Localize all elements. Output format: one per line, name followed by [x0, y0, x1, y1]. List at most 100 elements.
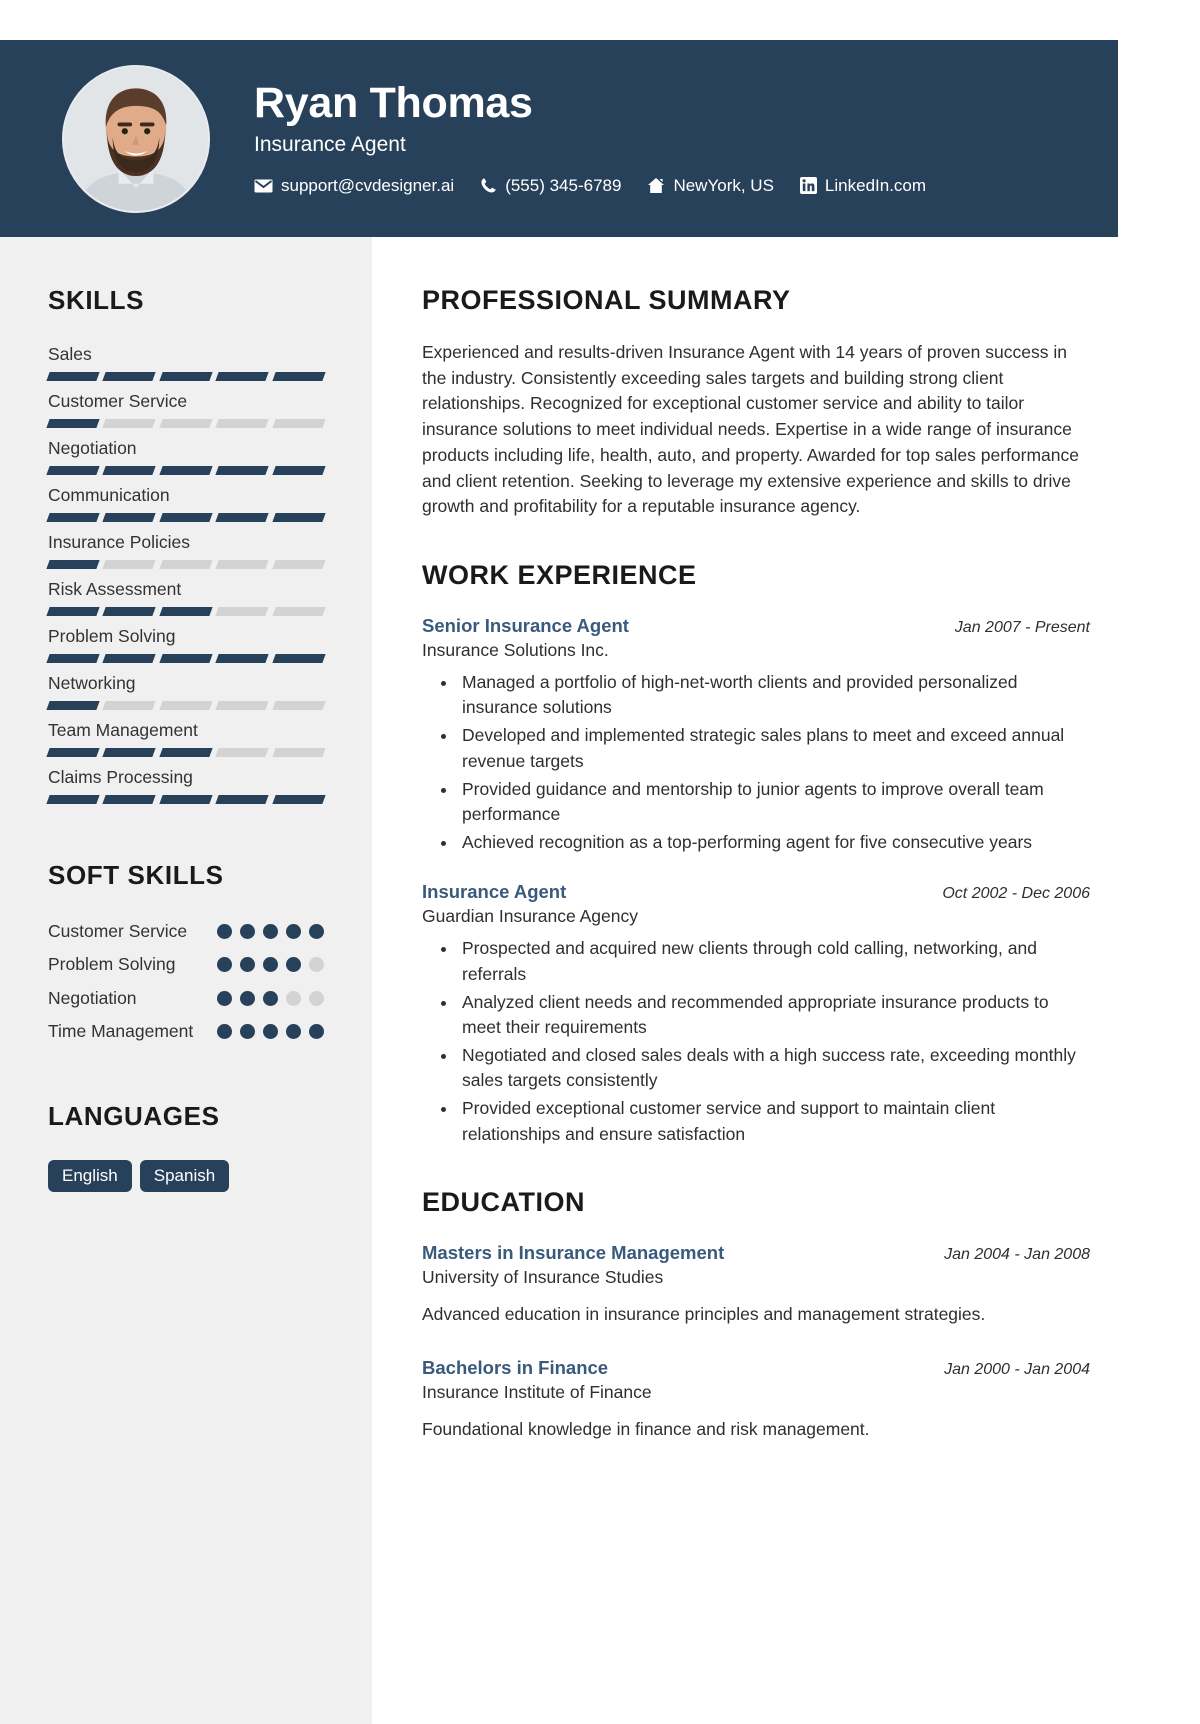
soft-skill-row: Negotiation	[48, 986, 324, 1011]
skill-segment	[271, 607, 326, 616]
soft-skill-rating	[217, 919, 324, 939]
rating-dot	[263, 924, 278, 939]
skill-name: Claims Processing	[48, 767, 193, 787]
education-entry-header: Bachelors in Finance Jan 2000 - Jan 2004	[422, 1357, 1090, 1379]
education-description: Advanced education in insurance principl…	[422, 1303, 986, 1324]
skill-segment	[215, 607, 270, 616]
soft-skill-name: Negotiation	[48, 987, 137, 1008]
rating-dot	[286, 957, 301, 973]
skill-row: Communication	[46, 485, 326, 522]
skill-segment	[215, 466, 270, 475]
experience-date-range: Jan 2007 - Present	[954, 619, 1090, 637]
skill-level-bar	[46, 701, 326, 710]
skill-level-bar	[46, 748, 326, 757]
soft-skills-list: Customer Service Problem Solving Negotiati…	[48, 919, 324, 1045]
experience-company: Insurance Solutions Inc.	[422, 640, 609, 661]
skill-level-bar	[46, 560, 326, 569]
skill-segment	[271, 513, 326, 522]
skill-segment	[215, 654, 270, 663]
experience-list: Senior Insurance Agent Jan 2007 - Present…	[422, 615, 1090, 1147]
education-description: Foundational knowledge in finance and ri…	[422, 1419, 870, 1440]
skill-level-bar	[46, 795, 326, 804]
languages-list: English Spanish	[48, 1159, 324, 1192]
rating-dot	[309, 924, 324, 939]
contact-phone[interactable]: (555) 345-6789	[480, 176, 621, 196]
linkedin-icon	[799, 177, 817, 195]
skill-segment	[46, 748, 101, 757]
skill-segment	[159, 372, 213, 381]
experience-bullet: Achieved recognition as a top-performing…	[458, 830, 1090, 855]
skill-segment	[102, 701, 157, 710]
skill-segment	[271, 372, 326, 381]
skill-segment	[46, 513, 101, 522]
resume-header: Ryan Thomas Insurance Agent support@cvde…	[0, 40, 1118, 237]
skill-level-bar	[46, 419, 326, 428]
rating-dot	[240, 957, 255, 973]
skill-level-bar	[46, 372, 326, 381]
education-institution: Insurance Institute of Finance	[422, 1382, 652, 1403]
skill-name: Sales	[48, 344, 92, 364]
skill-segment	[215, 513, 270, 522]
soft-skill-name: Customer Service	[48, 921, 188, 941]
experience-bullet: Negotiated and closed sales deals with a…	[458, 1043, 1090, 1093]
rating-dot	[217, 1024, 232, 1040]
skills-heading: SKILLS	[48, 285, 145, 315]
contact-location[interactable]: NewYork, US	[647, 176, 774, 196]
skill-name: Negotiation	[48, 438, 137, 458]
home-icon	[647, 177, 665, 194]
skill-level-bar	[46, 654, 326, 663]
summary-text: Experienced and results-driven Insurance…	[422, 342, 1079, 517]
skill-segment	[102, 419, 157, 428]
rating-dot	[286, 1024, 301, 1040]
header-text-block: Ryan Thomas Insurance Agent support@cvde…	[254, 81, 926, 195]
education-heading: EDUCATION	[422, 1186, 585, 1217]
skill-segment	[271, 795, 326, 804]
skill-row: Risk Assessment	[46, 579, 326, 616]
contact-email[interactable]: support@cvdesigner.ai	[254, 176, 454, 196]
skill-segment	[271, 419, 326, 428]
education-list: Masters in Insurance Management Jan 2004 …	[422, 1242, 1090, 1443]
resume-page: Ryan Thomas Insurance Agent support@cvde…	[0, 40, 1200, 1724]
candidate-name: Ryan Thomas	[254, 79, 533, 128]
summary-heading: PROFESSIONAL SUMMARY	[422, 285, 791, 315]
skill-segment	[271, 466, 326, 475]
skill-level-bar	[46, 466, 326, 475]
soft-skill-row: Customer Service	[48, 919, 324, 944]
main-content: PROFESSIONAL SUMMARY Experienced and res…	[372, 237, 1200, 1513]
experience-bullet: Developed and implemented strategic sale…	[458, 723, 1090, 773]
experience-entry-header: Insurance Agent Oct 2002 - Dec 2006	[422, 881, 1090, 903]
skill-name: Communication	[48, 485, 170, 505]
education-date-range: Jan 2000 - Jan 2004	[944, 1361, 1090, 1379]
skill-segment	[102, 466, 157, 475]
skill-segment	[159, 513, 213, 522]
rating-dot	[286, 990, 301, 1006]
experience-entry: Senior Insurance Agent Jan 2007 - Present…	[422, 615, 1090, 855]
experience-bullet: Provided guidance and mentorship to juni…	[458, 777, 1090, 827]
education-date-range: Jan 2004 - Jan 2008	[944, 1245, 1090, 1263]
skill-segment	[159, 607, 213, 616]
skill-segment	[46, 560, 101, 569]
experience-company: Guardian Insurance Agency	[422, 906, 638, 927]
skill-name: Problem Solving	[48, 626, 176, 646]
skill-segment	[215, 795, 270, 804]
skill-segment	[159, 748, 213, 757]
skill-row: Negotiation	[46, 438, 326, 475]
skill-segment	[46, 607, 101, 616]
contact-list: support@cvdesigner.ai (555) 345-6789 New…	[254, 176, 926, 196]
languages-heading: LANGUAGES	[48, 1100, 220, 1131]
skill-segment	[46, 795, 101, 804]
skill-segment	[215, 701, 270, 710]
rating-dot	[240, 1024, 255, 1040]
education-degree: Bachelors in Finance	[422, 1357, 609, 1379]
soft-skill-name: Time Management	[48, 1021, 194, 1042]
skill-segment	[102, 372, 157, 381]
phone-icon	[480, 177, 497, 194]
skill-segment	[271, 654, 326, 663]
contact-linkedin[interactable]: LinkedIn.com	[799, 176, 926, 196]
experience-bullet: Prospected and acquired new clients thro…	[458, 936, 1090, 986]
skill-row: Problem Solving	[46, 626, 326, 663]
experience-bullets: Managed a portfolio of high-net-worth cl…	[422, 670, 1090, 855]
skill-segment	[215, 419, 270, 428]
skill-segment	[159, 419, 213, 428]
skill-name: Risk Assessment	[48, 579, 182, 599]
